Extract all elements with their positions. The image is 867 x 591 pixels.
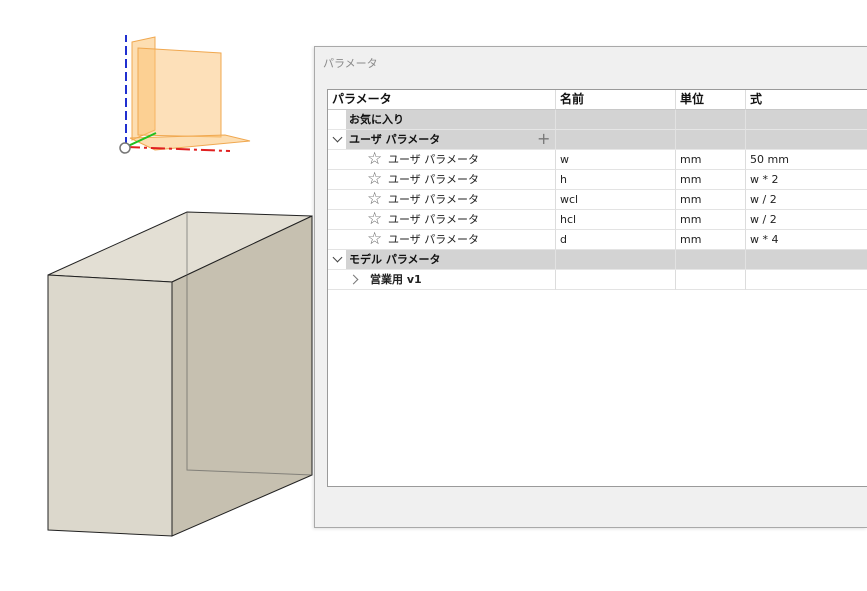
origin-plane-xz[interactable]	[137, 47, 222, 138]
parameter-unit[interactable]: mm	[676, 210, 746, 230]
user-parameters-group-label: ユーザ パラメータ	[349, 133, 441, 146]
parameter-label: ユーザ パラメータ	[388, 233, 479, 246]
chevron-down-icon[interactable]	[332, 132, 343, 143]
model-parameters-group-label: モデル パラメータ	[349, 253, 441, 266]
chevron-right-icon[interactable]	[348, 274, 359, 285]
column-header-name[interactable]: 名前	[556, 90, 676, 110]
box-front-face[interactable]	[47, 274, 173, 537]
dialog-title: パラメータ	[323, 57, 378, 70]
parameter-label: ユーザ パラメータ	[388, 173, 479, 186]
model-component-label: 営業用 v1	[364, 270, 556, 290]
parameter-name[interactable]: wcl	[556, 190, 676, 210]
parameter-name[interactable]: hcl	[556, 210, 676, 230]
parameter-unit[interactable]: mm	[676, 150, 746, 170]
parameter-expression[interactable]: w * 4	[746, 230, 867, 250]
parameter-expression[interactable]: 50 mm	[746, 150, 867, 170]
parameter-label: ユーザ パラメータ	[388, 153, 479, 166]
model-component-row[interactable]: 営業用 v1	[328, 270, 867, 290]
parameter-label: ユーザ パラメータ	[388, 193, 479, 206]
favorite-star-icon[interactable]: ☆	[367, 231, 382, 248]
column-header-parameter[interactable]: パラメータ	[328, 90, 556, 110]
parameter-row[interactable]: ☆ ユーザ パラメータ wcl mm w / 2	[328, 190, 867, 210]
add-parameter-icon[interactable]: +	[537, 130, 550, 148]
favorite-star-icon[interactable]: ☆	[367, 171, 382, 188]
column-header-unit[interactable]: 単位	[676, 90, 746, 110]
parameter-expression[interactable]: w / 2	[746, 190, 867, 210]
chevron-down-icon[interactable]	[332, 252, 343, 263]
parameter-expression[interactable]: w * 2	[746, 170, 867, 190]
model-parameters-group-row[interactable]: モデル パラメータ	[328, 250, 867, 270]
favorite-star-icon[interactable]: ☆	[367, 211, 382, 228]
parameters-table: パラメータ 名前 単位 式 お気に入り ユーザ パラメータ + ☆ ユーザ パラ…	[327, 89, 867, 487]
parameter-name[interactable]: d	[556, 230, 676, 250]
column-header-expression[interactable]: 式	[746, 90, 867, 110]
parameter-unit[interactable]: mm	[676, 190, 746, 210]
parameter-unit[interactable]: mm	[676, 230, 746, 250]
parameter-label: ユーザ パラメータ	[388, 213, 479, 226]
favorite-star-icon[interactable]: ☆	[367, 191, 382, 208]
parameter-name[interactable]: w	[556, 150, 676, 170]
table-header: パラメータ 名前 単位 式	[328, 90, 867, 110]
favorite-star-icon[interactable]: ☆	[367, 151, 382, 168]
parameter-row[interactable]: ☆ ユーザ パラメータ d mm w * 4	[328, 230, 867, 250]
parameter-row[interactable]: ☆ ユーザ パラメータ w mm 50 mm	[328, 150, 867, 170]
parameters-dialog: パラメータ パラメータ 名前 単位 式 お気に入り ユーザ パラメータ + ☆ …	[314, 46, 867, 528]
parameter-expression[interactable]: w / 2	[746, 210, 867, 230]
origin-point[interactable]	[119, 142, 131, 154]
user-parameters-group-row[interactable]: ユーザ パラメータ +	[328, 130, 867, 150]
parameter-row[interactable]: ☆ ユーザ パラメータ hcl mm w / 2	[328, 210, 867, 230]
parameter-unit[interactable]: mm	[676, 170, 746, 190]
favorites-group-row[interactable]: お気に入り	[328, 110, 867, 130]
parameter-row[interactable]: ☆ ユーザ パラメータ h mm w * 2	[328, 170, 867, 190]
favorites-label: お気に入り	[349, 113, 404, 126]
parameter-name[interactable]: h	[556, 170, 676, 190]
